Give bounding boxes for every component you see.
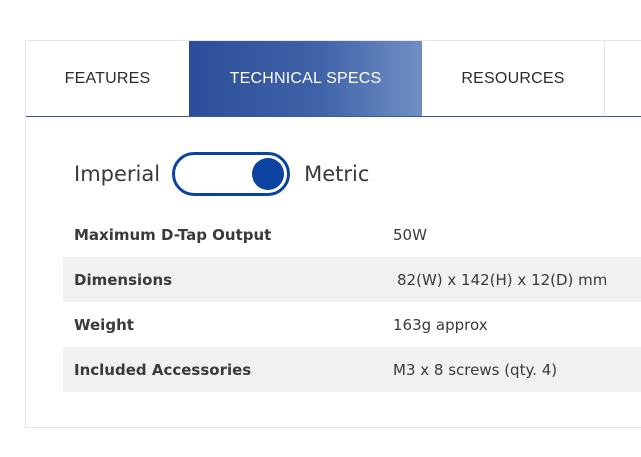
spec-value: M3 x 8 screws (qty. 4) — [393, 360, 558, 379]
imperial-label[interactable]: Imperial — [74, 162, 160, 186]
spec-label: Included Accessories — [74, 360, 252, 379]
unit-toggle-switch[interactable] — [172, 152, 291, 196]
spec-label: Weight — [74, 315, 134, 334]
spec-row: Weight 163g approx — [63, 302, 641, 347]
tab-resources[interactable]: RESOURCES — [422, 41, 605, 116]
tab-technical-specs[interactable]: TECHNICAL SPECS — [189, 41, 422, 116]
metric-label[interactable]: Metric — [304, 162, 369, 186]
spec-value: 163g approx — [393, 315, 488, 334]
unit-toggle-row: Imperial Metric — [74, 152, 369, 196]
spec-label: Dimensions — [74, 270, 173, 289]
specs-table: Maximum D-Tap Output 50W Dimensions 82(W… — [63, 212, 641, 392]
tab-features[interactable]: FEATURES — [26, 41, 189, 116]
spec-label: Maximum D-Tap Output — [74, 225, 272, 244]
tab-bar: FEATURES TECHNICAL SPECS RESOURCES — [26, 41, 641, 117]
spec-row: Maximum D-Tap Output 50W — [63, 212, 641, 257]
spec-row: Included Accessories M3 x 8 screws (qty.… — [63, 347, 641, 392]
spec-value: 50W — [393, 225, 427, 244]
spec-row: Dimensions 82(W) x 142(H) x 12(D) mm — [63, 257, 641, 302]
product-tabs-panel: FEATURES TECHNICAL SPECS RESOURCES Imper… — [25, 40, 641, 428]
spec-value: 82(W) x 142(H) x 12(D) mm — [397, 270, 608, 289]
toggle-knob — [252, 158, 285, 190]
